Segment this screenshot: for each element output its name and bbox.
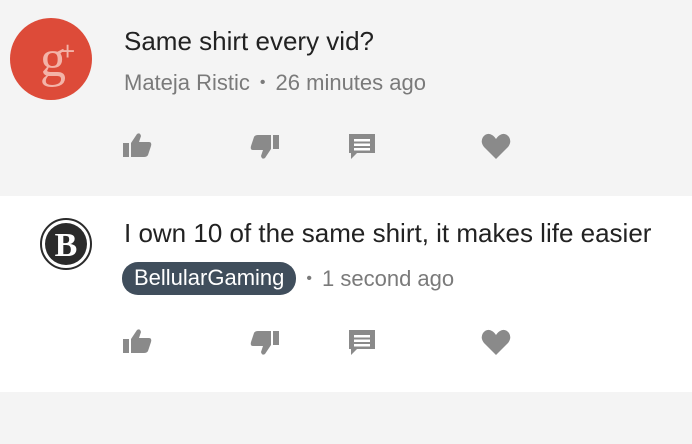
comment-author[interactable]: Mateja Ristic (124, 70, 250, 96)
bellular-avatar-icon[interactable]: B (40, 218, 92, 270)
comment-card: g + Same shirt every vid? Mateja Ristic … (0, 0, 692, 196)
comment-actions (0, 128, 692, 168)
page-footer-area (0, 392, 692, 444)
svg-text:B: B (55, 227, 78, 264)
dislike-button[interactable] (246, 324, 282, 360)
reply-icon (349, 134, 375, 159)
comment-card: B I own 10 of the same shirt, it makes l… (0, 196, 692, 392)
meta-separator: • (306, 269, 313, 287)
heart-icon (481, 133, 511, 159)
comment-time: 1 second ago (322, 265, 455, 291)
reply-icon (349, 330, 375, 355)
author-badge[interactable]: BellularGaming (122, 262, 297, 295)
comment-actions (0, 324, 692, 364)
reply-button[interactable] (344, 324, 380, 360)
comment-meta: Mateja Ristic • 26 minutes ago (124, 70, 426, 96)
meta-separator: • (259, 74, 266, 91)
heart-button[interactable] (478, 324, 514, 360)
reply-button[interactable] (344, 128, 380, 164)
thumbs-up-icon (123, 133, 152, 157)
thumbs-up-icon (123, 329, 152, 353)
thumbs-down-icon (250, 135, 279, 159)
thumbs-down-icon (250, 331, 279, 355)
heart-button[interactable] (478, 128, 514, 164)
heart-icon (481, 329, 511, 355)
svg-text:+: + (60, 36, 75, 66)
comment-text: Same shirt every vid? (124, 26, 374, 56)
dislike-button[interactable] (246, 128, 282, 164)
comment-meta: BellularGaming • 1 second ago (122, 262, 454, 295)
comment-time: 26 minutes ago (275, 70, 426, 95)
google-plus-avatar-icon[interactable]: g + (10, 18, 92, 100)
like-button[interactable] (120, 324, 156, 360)
like-button[interactable] (120, 128, 156, 164)
comment-text: I own 10 of the same shirt, it makes lif… (124, 218, 652, 248)
